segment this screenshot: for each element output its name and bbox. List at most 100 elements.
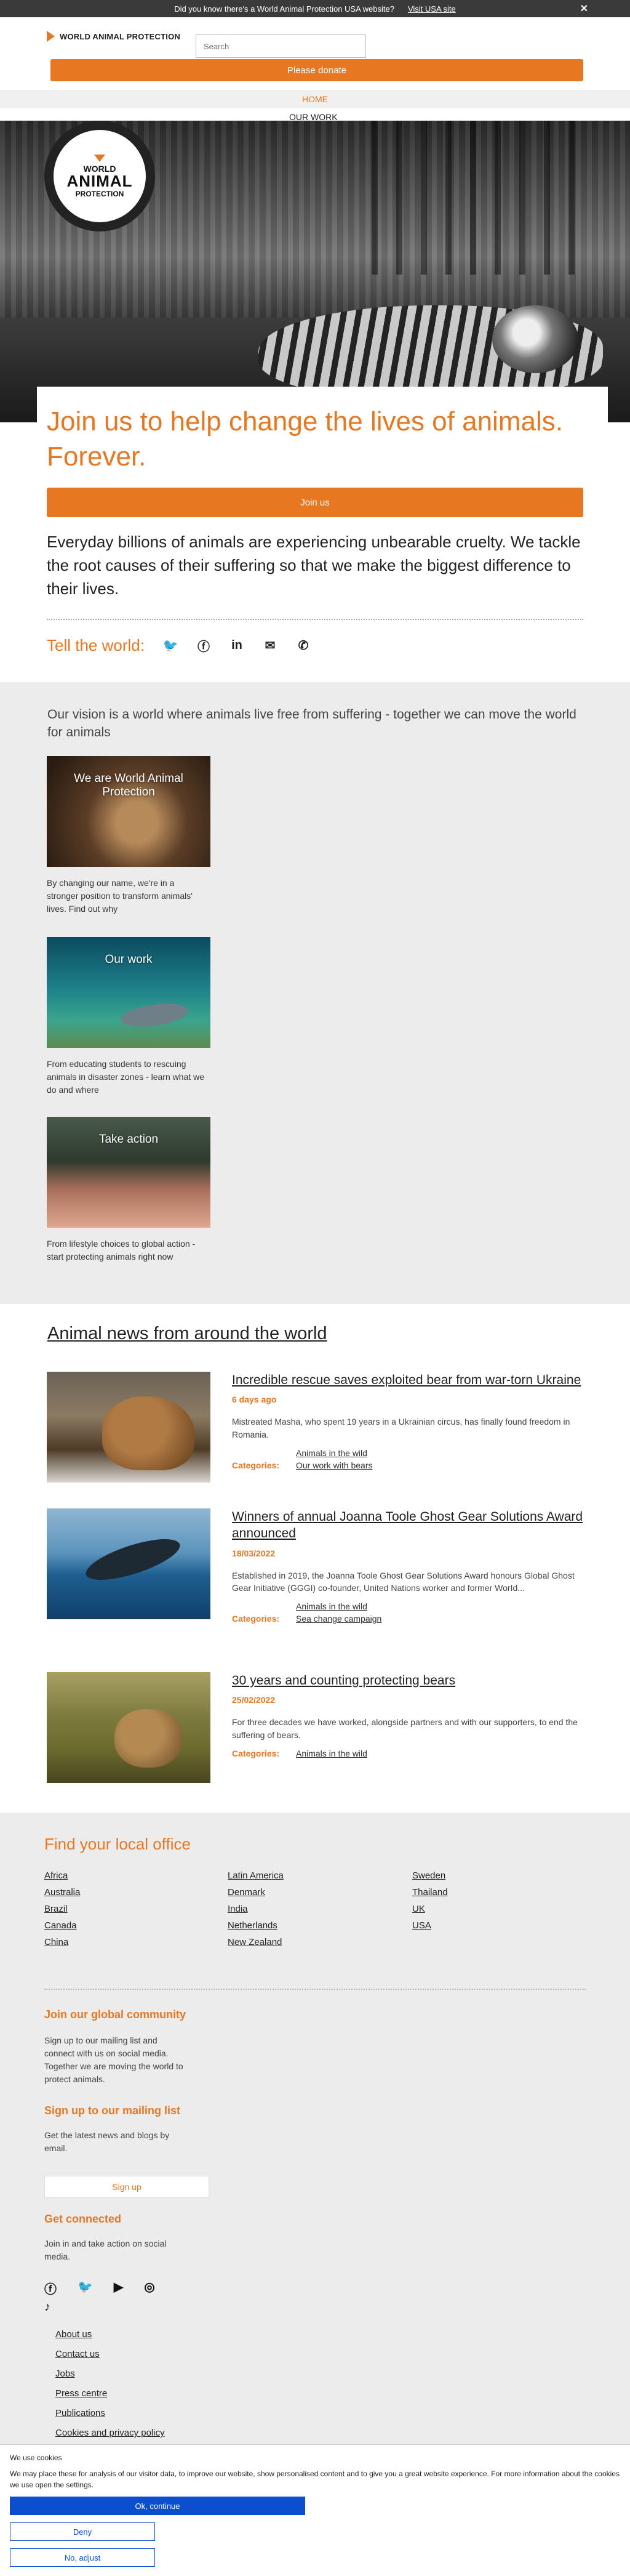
divider xyxy=(47,619,583,621)
footer-link-jobs[interactable]: Jobs xyxy=(55,2364,165,2384)
news-title[interactable]: 30 years and counting protecting bears xyxy=(232,1672,589,1689)
footer-link-about[interactable]: About us xyxy=(55,2325,165,2345)
news-date: 18/03/2022 xyxy=(232,1548,276,1558)
office-link[interactable]: Australia xyxy=(44,1887,228,1898)
cookie-ok-button[interactable]: Ok, continue xyxy=(10,2497,305,2515)
office-link[interactable]: Sweden xyxy=(412,1870,597,1881)
card-title: Our work xyxy=(105,953,153,966)
cookie-banner: We use cookies We may place these for an… xyxy=(0,2444,630,2576)
vision-text: Our vision is a world where animals live… xyxy=(47,707,576,740)
news-categories: Animals in the wild Categories: Our work … xyxy=(232,1448,589,1470)
office-link[interactable]: UK xyxy=(412,1904,597,1914)
news-item: Incredible rescue saves exploited bear f… xyxy=(47,1372,588,1483)
logo-triangle-icon xyxy=(94,154,105,162)
card-image[interactable]: Our work xyxy=(47,937,210,1048)
search-input[interactable] xyxy=(196,34,366,58)
join-card: Join us to help change the lives of anim… xyxy=(37,387,608,682)
hero-image: WORLD ANIMAL PROTECTION xyxy=(0,121,630,422)
card-take-action[interactable]: Take action From lifestyle choices to gl… xyxy=(47,1117,210,1263)
offices-heading: Find your local office xyxy=(44,1835,191,1853)
office-link[interactable]: Canada xyxy=(44,1920,228,1931)
card-image[interactable]: Take action xyxy=(47,1117,210,1228)
office-link[interactable]: Netherlands xyxy=(228,1920,412,1931)
join-us-button[interactable]: Join us xyxy=(47,488,583,518)
footer-link-press[interactable]: Press centre xyxy=(55,2384,165,2404)
footer-links: About us Contact us Jobs Press centre Pu… xyxy=(55,2325,165,2443)
office-link[interactable]: India xyxy=(228,1904,412,1914)
footer-link-cookies[interactable]: Cookies and privacy policy xyxy=(55,2423,165,2443)
join-text: Everyday billions of animals are experie… xyxy=(47,533,581,598)
card-we-are[interactable]: We are World Animal Protection By changi… xyxy=(47,756,210,916)
signup-button[interactable]: Sign up xyxy=(44,2176,209,2198)
categories-label: Categories: xyxy=(232,1460,280,1470)
visit-usa-link[interactable]: Visit USA site xyxy=(408,4,456,14)
category-link[interactable]: Our work with bears xyxy=(296,1460,589,1470)
category-link[interactable]: Sea change campaign xyxy=(296,1614,589,1624)
mailing-heading: Sign up to our mailing list xyxy=(44,2104,180,2117)
youtube-icon[interactable]: ▶ xyxy=(114,2279,123,2297)
categories-label: Categories: xyxy=(232,1748,280,1758)
category-link[interactable]: Animals in the wild xyxy=(296,1749,589,1758)
news-title[interactable]: Winners of annual Joanna Toole Ghost Gea… xyxy=(232,1508,589,1542)
card-caption: From lifestyle choices to global action … xyxy=(47,1239,196,1262)
site-logo[interactable]: WORLD ANIMAL PROTECTION xyxy=(47,31,180,42)
office-link[interactable]: Africa xyxy=(44,1870,228,1881)
tiger-head-shape xyxy=(492,305,578,373)
email-icon[interactable]: ✉ xyxy=(263,638,277,653)
news-image[interactable] xyxy=(47,1672,210,1783)
news-heading[interactable]: Animal news from around the world xyxy=(47,1324,327,1344)
card-image[interactable]: We are World Animal Protection xyxy=(47,756,210,867)
office-link[interactable]: New Zealand xyxy=(228,1937,412,1947)
tell-the-world-label: Tell the world: xyxy=(47,636,145,655)
category-link[interactable]: Animals in the wild xyxy=(296,1601,589,1611)
whatsapp-icon[interactable]: ✆ xyxy=(296,638,311,653)
office-link[interactable]: Brazil xyxy=(44,1904,228,1914)
category-link[interactable]: Animals in the wild xyxy=(296,1448,589,1458)
mailing-text: Get the latest news and blogs by email. xyxy=(44,2130,170,2153)
card-caption: From educating students to rescuing anim… xyxy=(47,1059,205,1095)
office-link[interactable]: Latin America xyxy=(228,1870,412,1881)
logo-triangle-icon xyxy=(47,31,55,42)
office-link[interactable]: USA xyxy=(412,1920,597,1931)
footer-link-publications[interactable]: Publications xyxy=(55,2404,165,2423)
cookie-body: We may place these for analysis of our v… xyxy=(10,2469,620,2489)
community-text: Sign up to our mailing list and connect … xyxy=(44,2035,183,2084)
news-desc: Established in 2019, the Joanna Toole Gh… xyxy=(232,1570,575,1593)
linkedin-icon[interactable]: in xyxy=(229,638,244,653)
facebook-icon[interactable]: ⓕ xyxy=(44,2279,57,2297)
top-banner: Did you know there's a World Animal Prot… xyxy=(0,0,630,17)
cookie-adjust-button[interactable]: No, adjust xyxy=(10,2548,155,2567)
main-nav: HOME OUR WORK xyxy=(0,90,630,122)
office-link[interactable]: China xyxy=(44,1937,228,1947)
nav-home[interactable]: HOME xyxy=(302,94,328,104)
office-link[interactable]: Thailand xyxy=(412,1887,597,1898)
office-link[interactable]: Denmark xyxy=(228,1887,412,1898)
connected-heading: Get connected xyxy=(44,2213,122,2225)
card-title: Take action xyxy=(98,1133,159,1146)
hero-logo[interactable]: WORLD ANIMAL PROTECTION xyxy=(44,121,155,231)
banner-message: Did you know there's a World Animal Prot… xyxy=(174,4,394,14)
news-date: 6 days ago xyxy=(232,1395,277,1405)
card-title: We are World Animal Protection xyxy=(74,772,183,799)
social-icons: ⓕ 🐦 ▶ ◎ xyxy=(44,2279,155,2297)
news-image[interactable] xyxy=(47,1508,210,1619)
news-title[interactable]: Incredible rescue saves exploited bear f… xyxy=(232,1372,589,1388)
facebook-icon[interactable]: ⓕ xyxy=(196,638,211,654)
twitter-icon[interactable]: 🐦 xyxy=(78,2279,93,2297)
cookie-deny-button[interactable]: Deny xyxy=(10,2522,155,2541)
card-our-work[interactable]: Our work From educating students to resc… xyxy=(47,937,210,1097)
donate-button[interactable]: Please donate xyxy=(50,59,583,81)
logo-line-protection: PROTECTION xyxy=(75,189,124,198)
office-list: Africa Latin America Sweden Australia De… xyxy=(44,1870,598,1947)
instagram-icon[interactable]: ◎ xyxy=(144,2279,154,2297)
close-icon[interactable]: ✕ xyxy=(580,2,588,15)
logo-line-animal: ANIMAL xyxy=(66,172,133,191)
tiktok-icon[interactable]: ♪ xyxy=(44,2300,50,2314)
twitter-icon[interactable]: 🐦 xyxy=(163,638,178,653)
news-item: Winners of annual Joanna Toole Ghost Gea… xyxy=(47,1508,589,1624)
footer-link-contact[interactable]: Contact us xyxy=(55,2345,165,2364)
logo-text: WORLD ANIMAL PROTECTION xyxy=(60,31,180,41)
news-image[interactable] xyxy=(47,1372,210,1483)
news-categories: Animals in the wild Categories: Sea chang… xyxy=(232,1601,589,1624)
news-desc: For three decades we have worked, alongs… xyxy=(232,1717,578,1740)
